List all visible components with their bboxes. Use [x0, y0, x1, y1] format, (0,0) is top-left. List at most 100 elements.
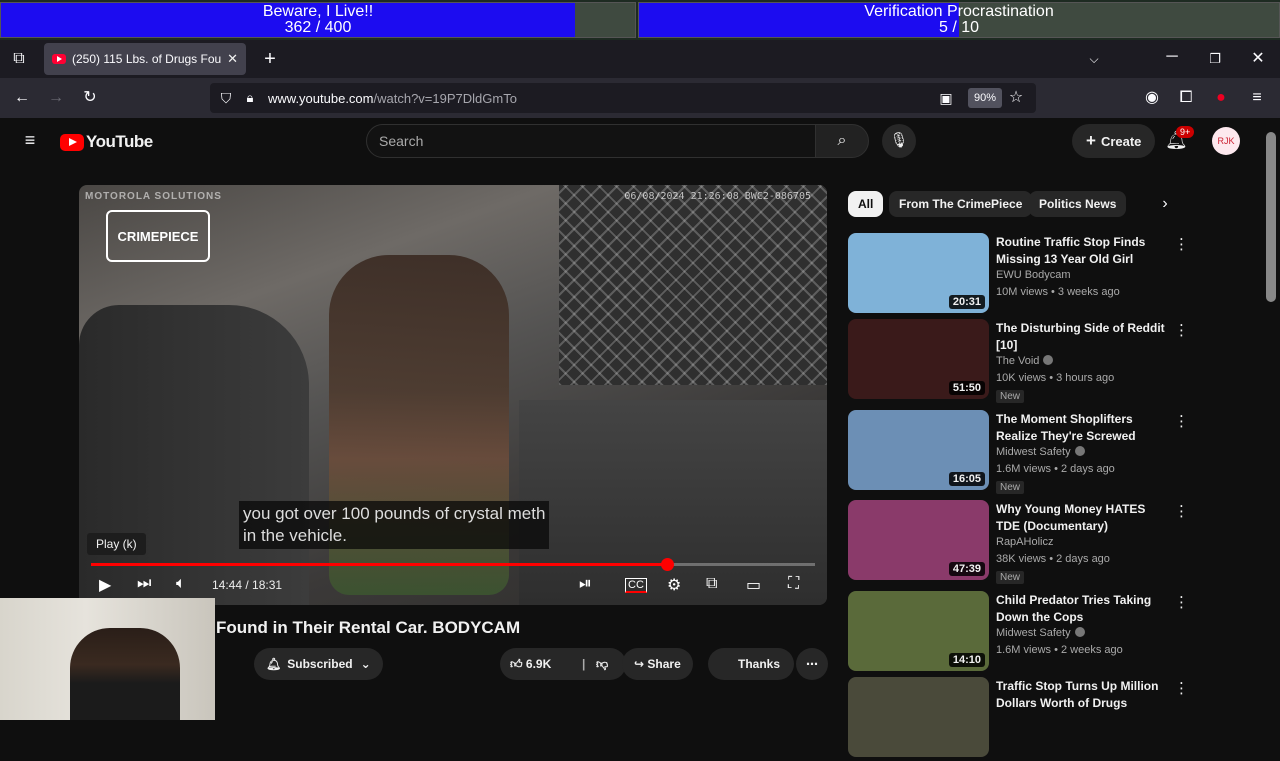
extensions-icon[interactable]: ⧠ — [1174, 86, 1198, 110]
video-title[interactable]: Traffic Stop Turns Up Million Dollars Wo… — [996, 678, 1168, 712]
guide-menu-icon[interactable]: ≡ — [18, 128, 42, 152]
caption-line: you got over 100 pounds of crystal meth — [243, 504, 546, 523]
more-vertical-icon[interactable]: ⋮ — [1174, 679, 1189, 697]
more-vertical-icon[interactable]: ⋮ — [1174, 321, 1189, 339]
avatar[interactable]: RJK — [1212, 127, 1240, 155]
list-item[interactable]: 20:31 Routine Traffic Stop Finds Missing … — [848, 233, 1189, 317]
video-thumbnail[interactable]: 16:05 — [848, 410, 989, 490]
account-icon[interactable]: ◉ — [1140, 86, 1164, 110]
video-thumbnail[interactable]: 47:39 — [848, 500, 989, 580]
share-button[interactable]: ↪ Share — [622, 648, 693, 680]
video-thumbnail[interactable] — [848, 677, 989, 757]
close-tab-icon[interactable]: ✕ — [227, 51, 238, 67]
more-vertical-icon[interactable]: ⋮ — [1174, 502, 1189, 520]
subscribed-label: Subscribed — [287, 657, 353, 671]
zoom-level[interactable]: 90% — [968, 88, 1003, 108]
chips-next-chevron-icon[interactable]: › — [1153, 192, 1177, 216]
tab-title: (250) 115 Lbs. of Drugs Found i — [72, 52, 222, 66]
list-item[interactable]: 16:05 The Moment Shoplifters Realize They… — [848, 410, 1189, 494]
search-input[interactable]: Search — [366, 124, 816, 158]
list-item[interactable]: 14:10 Child Predator Tries Taking Down th… — [848, 591, 1189, 675]
close-window-icon[interactable]: ✕ — [1246, 47, 1270, 71]
theater-mode-icon[interactable]: ▭ — [746, 575, 761, 595]
youtube-logo[interactable]: YouTube — [60, 132, 153, 152]
chevron-down-icon: ⌄ — [360, 657, 371, 671]
page-scrollbar[interactable] — [1266, 132, 1276, 302]
list-item[interactable]: 47:39 Why Young Money HATES TDE (Document… — [848, 500, 1189, 584]
like-button[interactable]: 👍︎ 6.9K — [510, 648, 551, 680]
more-vertical-icon[interactable]: ⋮ — [1174, 412, 1189, 430]
channel-name[interactable]: EWU Bodycam — [996, 269, 1071, 281]
back-icon[interactable]: ← — [10, 86, 34, 110]
address-bar[interactable]: ⛉ 🔒︎ www.youtube.com/watch?v=19P7DldGmTo… — [210, 83, 1036, 113]
voice-search-button[interactable]: 🎙︎ — [882, 124, 916, 158]
channel-name[interactable]: Midwest Safety — [996, 627, 1085, 639]
more-actions-button[interactable]: ⋯ — [796, 648, 828, 680]
thumbs-down-icon[interactable]: 👎︎ — [596, 648, 608, 680]
bell-icon: 🔔︎ — [266, 657, 282, 671]
chip-politics-news[interactable]: Politics News — [1029, 191, 1127, 217]
video-title[interactable]: The Moment Shoplifters Realize They're S… — [996, 411, 1168, 445]
chip-all[interactable]: All — [848, 191, 884, 217]
video-frame-seat — [79, 305, 309, 605]
new-badge: New — [996, 571, 1025, 584]
lock-icon[interactable]: 🔒︎ — [238, 86, 262, 110]
more-vertical-icon[interactable]: ⋮ — [1174, 235, 1189, 253]
verified-check-icon — [1043, 355, 1054, 365]
goal-progress: 5 / 10 — [938, 19, 980, 36]
restore-window-icon[interactable]: ❐ — [1203, 47, 1227, 71]
create-button[interactable]: + Create — [1072, 124, 1156, 158]
browser-navigation-bar: ← → ↻ ⛉ 🔒︎ www.youtube.com/watch?v=19P7D… — [0, 78, 1280, 118]
new-badge: New — [996, 390, 1025, 403]
closed-captions-icon[interactable]: CC — [625, 578, 647, 593]
settings-gear-icon[interactable]: ⚙ — [667, 575, 681, 595]
goal-bar-followers: Beware, I Live!! 362 / 400 — [0, 2, 636, 38]
shield-icon[interactable]: ⛉ — [214, 86, 238, 110]
channel-name[interactable]: Midwest Safety — [996, 446, 1085, 458]
video-meta: 38K views • 2 days ago — [996, 553, 1110, 565]
fullscreen-icon[interactable]: ⛶ — [788, 575, 799, 593]
video-title[interactable]: Routine Traffic Stop Finds Missing 13 Ye… — [996, 234, 1168, 268]
more-vertical-icon[interactable]: ⋮ — [1174, 593, 1189, 611]
autoplay-toggle-icon[interactable]: ⏯︎ — [579, 575, 592, 593]
picture-icon[interactable]: ▣ — [934, 86, 958, 110]
next-video-icon[interactable]: ⏭︎ — [137, 575, 151, 593]
tab-overview-icon[interactable]: ⧉ — [7, 47, 31, 71]
caption-line: in the vehicle. — [243, 526, 347, 545]
video-thumbnail[interactable]: 14:10 — [848, 591, 989, 671]
volume-icon[interactable]: 🔈︎ — [176, 575, 186, 593]
video-thumbnail[interactable]: 51:50 — [848, 319, 989, 399]
minimize-window-icon[interactable]: ─ — [1160, 45, 1184, 69]
video-player[interactable]: MOTOROLA SOLUTIONS 06/08/2024 21:26:08 B… — [79, 185, 827, 605]
channel-name[interactable]: RapAHolicz — [996, 536, 1053, 548]
like-dislike-group: 👍︎ 6.9K | 👎︎ — [500, 648, 626, 680]
forward-icon[interactable]: → — [44, 86, 68, 110]
thanks-button[interactable]: Thanks — [708, 648, 795, 680]
search-button[interactable]: ⌕ — [815, 124, 869, 158]
closed-caption: you got over 100 pounds of crystal meth … — [239, 501, 550, 549]
video-progress-bar[interactable] — [91, 558, 815, 571]
channel-name[interactable]: The Void — [996, 355, 1054, 367]
url-host: www.youtube.com — [268, 90, 374, 106]
extension-badge-icon[interactable]: ● — [1209, 86, 1233, 110]
play-icon[interactable]: ▶ — [99, 575, 111, 595]
bodycam-timestamp: 06/08/2024 21:26:08 BWC2-086705 — [624, 191, 811, 202]
bookmark-star-icon[interactable]: ☆ — [1004, 86, 1028, 110]
browser-tab-active[interactable]: (250) 115 Lbs. of Drugs Found i ✕ — [44, 43, 246, 75]
reload-icon[interactable]: ↻ — [78, 86, 102, 110]
video-title[interactable]: The Disturbing Side of Reddit [10] — [996, 320, 1168, 354]
list-item[interactable]: 51:50 The Disturbing Side of Reddit [10] T… — [848, 319, 1189, 403]
subscribed-button[interactable]: 🔔︎ Subscribed ⌄ — [254, 648, 383, 680]
video-thumbnail[interactable]: 20:31 — [848, 233, 989, 313]
miniplayer-icon[interactable]: ⧉ — [706, 575, 717, 593]
new-tab-icon[interactable]: + — [258, 47, 282, 71]
video-title[interactable]: Child Predator Tries Taking Down the Cop… — [996, 592, 1168, 626]
stream-goal-overlay: Beware, I Live!! 362 / 400 Verification P… — [0, 0, 1280, 40]
app-menu-icon[interactable]: ≡ — [1245, 86, 1269, 110]
list-item[interactable]: Traffic Stop Turns Up Million Dollars Wo… — [848, 677, 1189, 761]
video-title[interactable]: Why Young Money HATES TDE (Documentary) — [996, 501, 1168, 535]
more-horizontal-icon: ⋯ — [806, 657, 818, 671]
video-duration: 47:39 — [948, 562, 985, 576]
chip-from-channel[interactable]: From The CrimePiece — [889, 191, 1033, 217]
list-tabs-icon[interactable]: ⌵ — [1082, 47, 1106, 71]
